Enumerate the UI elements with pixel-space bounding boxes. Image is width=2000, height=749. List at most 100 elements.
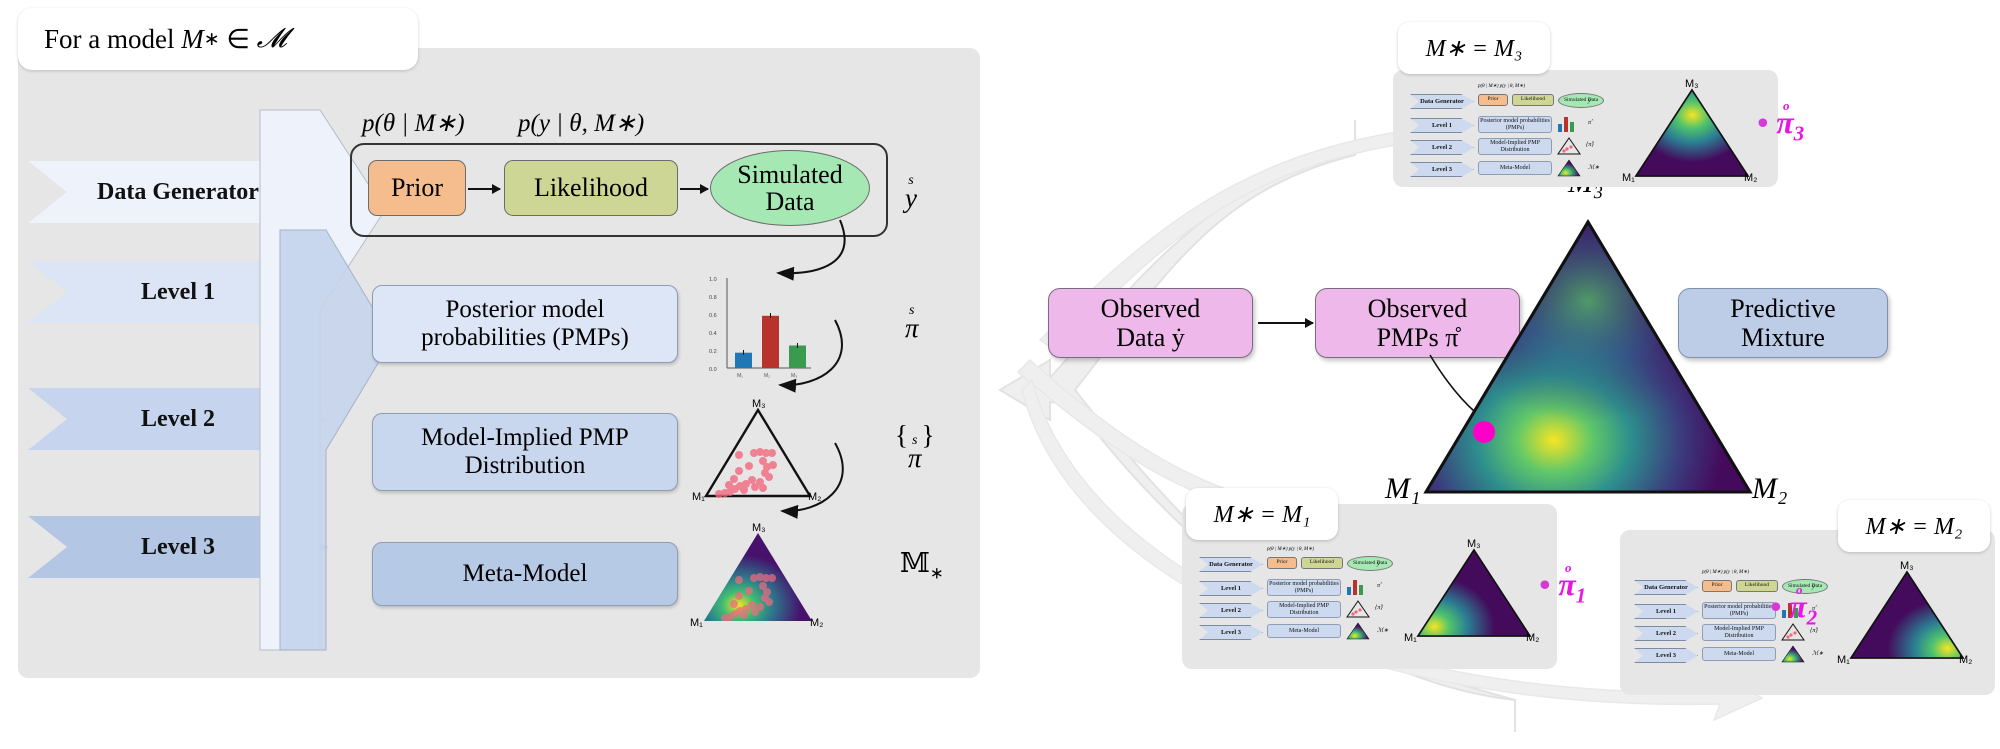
- mini-annot-meta: ℳ∗: [1812, 651, 1824, 657]
- panel-m3-label-top: M₃: [1685, 78, 1699, 90]
- likelihood-math-label: p(y | θ, M∗): [518, 110, 645, 137]
- mini-likelihood: Likelihood: [1301, 557, 1343, 569]
- mini-annot-pi: π̂: [1377, 583, 1381, 589]
- stage-label: Level 3: [141, 533, 215, 560]
- panel-m3-badge: M∗ = M₃: [1398, 22, 1550, 74]
- annot-meta-model-symbol: 𝕄∗: [900, 548, 944, 583]
- mini-stage-label: Level 2: [1431, 144, 1453, 151]
- mini-stage-label: Level 2: [1220, 607, 1242, 614]
- mini-box-meta: Meta-Model: [1702, 647, 1776, 661]
- panel-m3-pi-label: o • π3: [1757, 98, 1805, 146]
- mini-stage-label: Data Generator: [1209, 561, 1253, 568]
- mini-annot-y: ẏ: [1588, 98, 1591, 104]
- panel-m3-label-left: M₁: [1622, 172, 1635, 184]
- mini-math-top: p(θ | M∗) p(y | θ, M∗): [1702, 570, 1749, 575]
- panel-m2-label-top: M₃: [1900, 560, 1914, 572]
- panel-m2-label-right: M₂: [1959, 654, 1972, 666]
- prior-label: Prior: [391, 173, 443, 203]
- box-line1: Meta-Model: [462, 560, 588, 587]
- arrow-prior-to-likelihood: [468, 184, 501, 194]
- likelihood-node[interactable]: Likelihood: [504, 160, 678, 216]
- mini-likelihood: Likelihood: [1512, 94, 1554, 106]
- mini-stage-label: Data Generator: [1420, 98, 1464, 105]
- mini-math-top: p(θ | M∗) p(y | θ, M∗): [1267, 547, 1314, 552]
- central-label-m2: M₂: [1752, 472, 1788, 505]
- simulated-data-line2: Data: [765, 187, 815, 216]
- panel-m2-simplex: M₃ M₁ M₂: [1837, 560, 1972, 666]
- panel-m3-label-right: M₂: [1744, 172, 1757, 184]
- observed-data-line2: Data ẏ: [1116, 323, 1185, 352]
- arrow-observed-data-to-pmps: [1258, 318, 1314, 328]
- stage-label: Level 1: [141, 278, 215, 305]
- mini-stage-label: Level 3: [1655, 652, 1677, 659]
- stage-label: Data Generator: [97, 178, 259, 205]
- mini-stage-label: Level 3: [1220, 629, 1242, 636]
- box-model-implied-pmp-distribution[interactable]: Model-Implied PMP Distribution: [372, 413, 678, 491]
- panel-badge-text: M∗ = M₁: [1213, 501, 1311, 528]
- panel-badge-text: M∗ = M₂: [1865, 513, 1963, 540]
- mini-box-mipd: Model-Implied PMP Distribution: [1267, 601, 1341, 618]
- simulated-data-line1: Simulated: [737, 159, 843, 189]
- box-meta-model[interactable]: Meta-Model: [372, 542, 678, 606]
- mini-annot-meta: ℳ∗: [1588, 165, 1600, 171]
- mini-stage-label: Level 1: [1655, 608, 1677, 615]
- left-panel-title-text: For a model: [44, 23, 182, 54]
- mini-box-meta: Meta-Model: [1267, 624, 1341, 638]
- left-panel-title-badge: For a model M ∗ ∈ 𝓜: [18, 8, 418, 70]
- arrow-likelihood-to-simulated: [680, 184, 709, 194]
- prior-math-label: p(θ | M∗): [362, 110, 465, 137]
- observed-pmp-marker: [1473, 421, 1495, 443]
- panel-m1-label-right: M₂: [1526, 632, 1539, 644]
- panel-m1-pi-label: o • π1: [1539, 560, 1587, 608]
- panel-m3-simplex: M₃ M₁ M₂: [1622, 78, 1757, 184]
- mini-stage-label: Data Generator: [1644, 584, 1688, 591]
- mini-stage-label: Level 1: [1220, 585, 1242, 592]
- mini-annot-pi: π̂: [1588, 120, 1592, 126]
- panel-m2-pi-label: o • π2: [1770, 582, 1818, 630]
- mini-box-mipd: Model-Implied PMP Distribution: [1478, 138, 1552, 155]
- mini-box-meta: Meta-Model: [1478, 161, 1552, 175]
- mini-prior: Prior: [1702, 580, 1732, 592]
- box-line1: Model-Implied PMP: [421, 424, 629, 451]
- mini-simulated: Simulated Data: [1558, 93, 1604, 108]
- mini-annot-pi-set: {π̂}: [1586, 142, 1594, 148]
- panel-m1-label-top: M₃: [1467, 538, 1481, 550]
- box-line2: Distribution: [464, 452, 586, 479]
- central-label-m1: M₁: [1385, 472, 1421, 505]
- flow-curves-left-panel: [776, 219, 846, 519]
- panel-m1-badge: M∗ = M₁: [1186, 488, 1338, 540]
- observed-data-line1: Observed: [1100, 293, 1201, 323]
- annot-simulated-data-y: sy: [905, 172, 917, 213]
- panel-m2-badge: M∗ = M₂: [1838, 500, 1990, 552]
- panel-m1-label-left: M₁: [1404, 632, 1417, 644]
- mini-annot-y: ẏ: [1377, 561, 1380, 567]
- mini-stage-label: Level 2: [1655, 630, 1677, 637]
- panel-badge-text: M∗ = M₃: [1425, 35, 1523, 62]
- prior-node[interactable]: Prior: [368, 160, 466, 216]
- panel-m1-simplex: M₃ M₁ M₂: [1404, 538, 1539, 644]
- stage-label: Level 2: [141, 405, 215, 432]
- mini-prior: Prior: [1267, 557, 1297, 569]
- mini-box-pmp: Posterior model probabilities (PMPs): [1702, 602, 1776, 619]
- mini-annot-pi-set: {π̂}: [1375, 605, 1383, 611]
- annot-pmp-pi: sπ: [905, 302, 919, 343]
- mini-math-top: p(θ | M∗) p(y | θ, M∗): [1478, 84, 1525, 89]
- annot-pi-set: {s π}: [895, 420, 935, 473]
- panel-m2-label-left: M₁: [1837, 654, 1850, 666]
- panel-m3-mini-diagram: Data Generator Level 1 Level 2 Level 3 p…: [1408, 80, 1618, 182]
- likelihood-label: Likelihood: [533, 173, 649, 203]
- central-simplex-triangle: [1423, 219, 1753, 494]
- box-line2: probabilities (PMPs): [421, 324, 629, 351]
- box-line1: Posterior model: [445, 296, 605, 323]
- panel-m1-mini-diagram: Data Generator Level 1 Level 2 Level 3 p…: [1197, 543, 1407, 645]
- mini-prior: Prior: [1478, 94, 1508, 106]
- mini-box-pmp: Posterior model probabilities (PMPs): [1478, 116, 1552, 133]
- box-posterior-model-probabilities[interactable]: Posterior model probabilities (PMPs): [372, 285, 678, 363]
- mini-stage-label: Level 3: [1431, 166, 1453, 173]
- box-observed-data[interactable]: Observed Data ẏ: [1048, 288, 1253, 358]
- mini-box-mipd: Model-Implied PMP Distribution: [1702, 624, 1776, 641]
- mini-box-pmp: Posterior model probabilities (PMPs): [1267, 579, 1341, 596]
- mini-annot-meta: ℳ∗: [1377, 628, 1389, 634]
- mini-simulated: Simulated Data: [1347, 556, 1393, 571]
- mini-stage-label: Level 1: [1431, 122, 1453, 129]
